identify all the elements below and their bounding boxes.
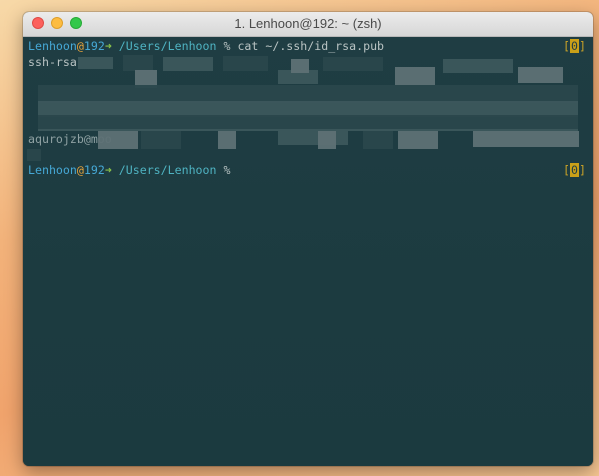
prompt-at: @ xyxy=(76,163,84,177)
terminal-content[interactable]: Lenhoon@192➜ /Users/Lenhoon % cat ~/.ssh… xyxy=(23,37,593,466)
prompt-arrow-icon: ➜ xyxy=(104,163,112,177)
prompt-arrow-icon: ➜ xyxy=(104,39,112,53)
key-prefix: ssh-rsa xyxy=(28,54,77,69)
prompt-user: Lenhoon xyxy=(28,39,77,53)
prompt-symbol: % xyxy=(216,163,231,177)
window-title: 1. Lenhoon@192: ~ (zsh) xyxy=(234,16,382,31)
prompt-line-2: Lenhoon@192➜ /Users/Lenhoon % [0] xyxy=(28,163,588,179)
prompt-path: /Users/Lenhoon xyxy=(111,163,217,177)
exit-status: [0] xyxy=(563,39,586,53)
title-bar[interactable]: 1. Lenhoon@192: ~ (zsh) xyxy=(23,12,593,37)
prompt-user: Lenhoon xyxy=(28,163,77,177)
prompt-host: 192 xyxy=(83,163,105,177)
command-text: cat ~/.ssh/id_rsa.pub xyxy=(230,39,385,53)
prompt-line-1: Lenhoon@192➜ /Users/Lenhoon % cat ~/.ssh… xyxy=(28,39,588,55)
exit-status: [0] xyxy=(563,163,586,177)
prompt-path: /Users/Lenhoon xyxy=(111,39,217,53)
output-line-7 xyxy=(28,148,588,164)
prompt-symbol: % xyxy=(216,39,231,53)
prompt-at: @ xyxy=(76,39,84,53)
terminal-window: 1. Lenhoon@192: ~ (zsh) Lenhoon@192➜ /Us… xyxy=(23,12,593,466)
prompt-host: 192 xyxy=(83,39,105,53)
